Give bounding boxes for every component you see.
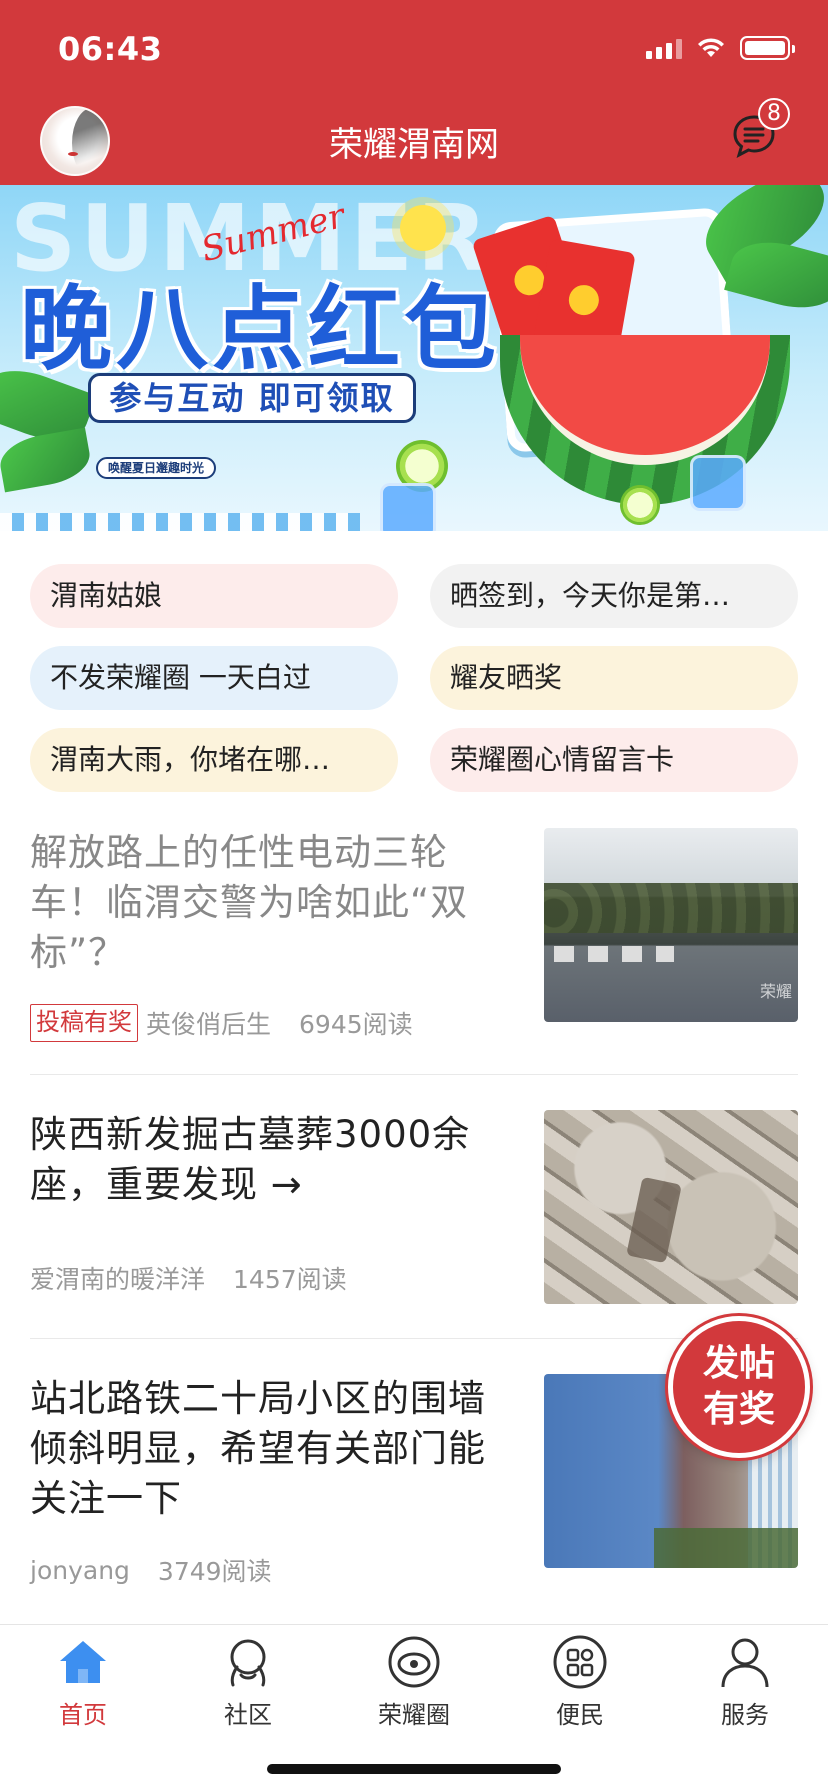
article-thumbnail[interactable]: 荣耀 <box>544 828 798 1022</box>
article-read-count: 1457阅读 <box>233 1265 347 1294</box>
contribution-award-badge: 投稿有奖 <box>30 1004 138 1042</box>
article-read-count: 3749阅读 <box>157 1557 272 1586</box>
topic-tag[interactable]: 晒签到，今天你是第… <box>430 564 798 628</box>
community-icon <box>230 1639 266 1687</box>
circle-icon <box>388 1636 440 1688</box>
promo-banner[interactable]: SUMMER Summer 晚八点红包 参与互动 即可领取 唤醒夏日邂趣时光 <box>0 185 828 531</box>
tab-label: 便民 <box>556 1701 604 1729</box>
home-indicator[interactable] <box>267 1764 561 1774</box>
tab-label: 荣耀圈 <box>378 1701 450 1729</box>
banner-tagline: 唤醒夏日邂趣时光 <box>96 457 217 479</box>
message-count-badge: 8 <box>758 98 790 130</box>
banner-cta[interactable]: 参与互动 即可领取 <box>88 373 416 423</box>
article-author: 爱渭南的暖洋洋 <box>30 1265 206 1294</box>
tab-service[interactable]: 服务 <box>685 1633 805 1730</box>
tab-community[interactable]: 社区 <box>188 1633 308 1730</box>
fab-line-2: 有奖 <box>702 1389 775 1430</box>
article-title[interactable]: 陕西新发掘古墓葬3000余座，重要发现 → <box>30 1110 520 1210</box>
article-thumbnail[interactable] <box>544 1110 798 1304</box>
article-title[interactable]: 站北路铁二十局小区的围墙倾斜明显，希望有关部门能关注一下 <box>30 1374 520 1524</box>
tab-honor-circle[interactable]: 荣耀圈 <box>354 1633 474 1730</box>
wifi-icon <box>698 38 724 57</box>
tab-convenience[interactable]: 便民 <box>520 1633 640 1730</box>
status-time: 06:43 <box>58 30 163 68</box>
topic-tag[interactable]: 渭南姑娘 <box>30 564 398 628</box>
topic-tag[interactable]: 渭南大雨，你堵在哪… <box>30 728 398 792</box>
article-meta: 爱渭南的暖洋洋 1457阅读 <box>30 1260 347 1296</box>
top-header: 06:43 荣耀渭南网 8 <box>0 0 828 185</box>
article-card[interactable]: 解放路上的任性电动三轮车！临渭交警为啥如此“双标”？ 荣耀 投稿有奖 英俊俏后生… <box>30 828 798 1042</box>
article-title[interactable]: 解放路上的任性电动三轮车！临渭交警为啥如此“双标”？ <box>30 828 520 978</box>
app-title: 荣耀渭南网 <box>329 125 499 165</box>
divider <box>30 1338 798 1339</box>
article-author: 英俊俏后生 <box>146 1010 272 1039</box>
user-icon <box>721 1638 769 1688</box>
app-screen: 06:43 荣耀渭南网 8 SUMMER Summer 晚八点红包 参与互动 即… <box>0 0 828 1792</box>
fab-line-1: 发帖 <box>702 1343 775 1384</box>
palm-leaf-illustration <box>0 427 94 493</box>
ice-cube-illustration <box>690 455 746 511</box>
ice-cube-illustration <box>380 483 436 531</box>
topic-tags: 渭南姑娘 晒签到，今天你是第… 不发荣耀圈 一天白过 耀友晒奖 渭南大雨，你堵在… <box>30 564 798 792</box>
status-icons <box>646 36 795 60</box>
topic-tag[interactable]: 耀友晒奖 <box>430 646 798 710</box>
tab-label: 社区 <box>224 1701 272 1729</box>
services-grid-icon <box>553 1635 607 1689</box>
thumbnail-watermark: 荣耀 <box>759 982 792 1001</box>
tab-label: 服务 <box>721 1701 769 1729</box>
article-meta: 投稿有奖 英俊俏后生 6945阅读 <box>30 1004 413 1042</box>
post-reward-button[interactable]: 发帖 有奖 <box>668 1316 810 1458</box>
tab-label: 首页 <box>59 1701 107 1729</box>
lime-illustration <box>620 485 660 525</box>
article-read-count: 6945阅读 <box>299 1010 413 1039</box>
sun-illustration <box>400 205 446 251</box>
cellular-signal-icon <box>646 37 682 59</box>
home-icon <box>60 1641 106 1683</box>
topic-tag[interactable]: 不发荣耀圈 一天白过 <box>30 646 398 710</box>
topic-tag[interactable]: 荣耀圈心情留言卡 <box>430 728 798 792</box>
tab-home[interactable]: 首页 <box>23 1633 143 1730</box>
divider <box>30 1074 798 1075</box>
article-meta: jonyang 3749阅读 <box>30 1552 272 1588</box>
article-card[interactable]: 陕西新发掘古墓葬3000余座，重要发现 → 爱渭南的暖洋洋 1457阅读 <box>30 1110 798 1304</box>
article-author: jonyang <box>30 1555 130 1585</box>
banner-headline: 晚八点红包 <box>20 276 501 383</box>
checkered-strip <box>0 513 360 531</box>
battery-icon <box>740 36 795 60</box>
